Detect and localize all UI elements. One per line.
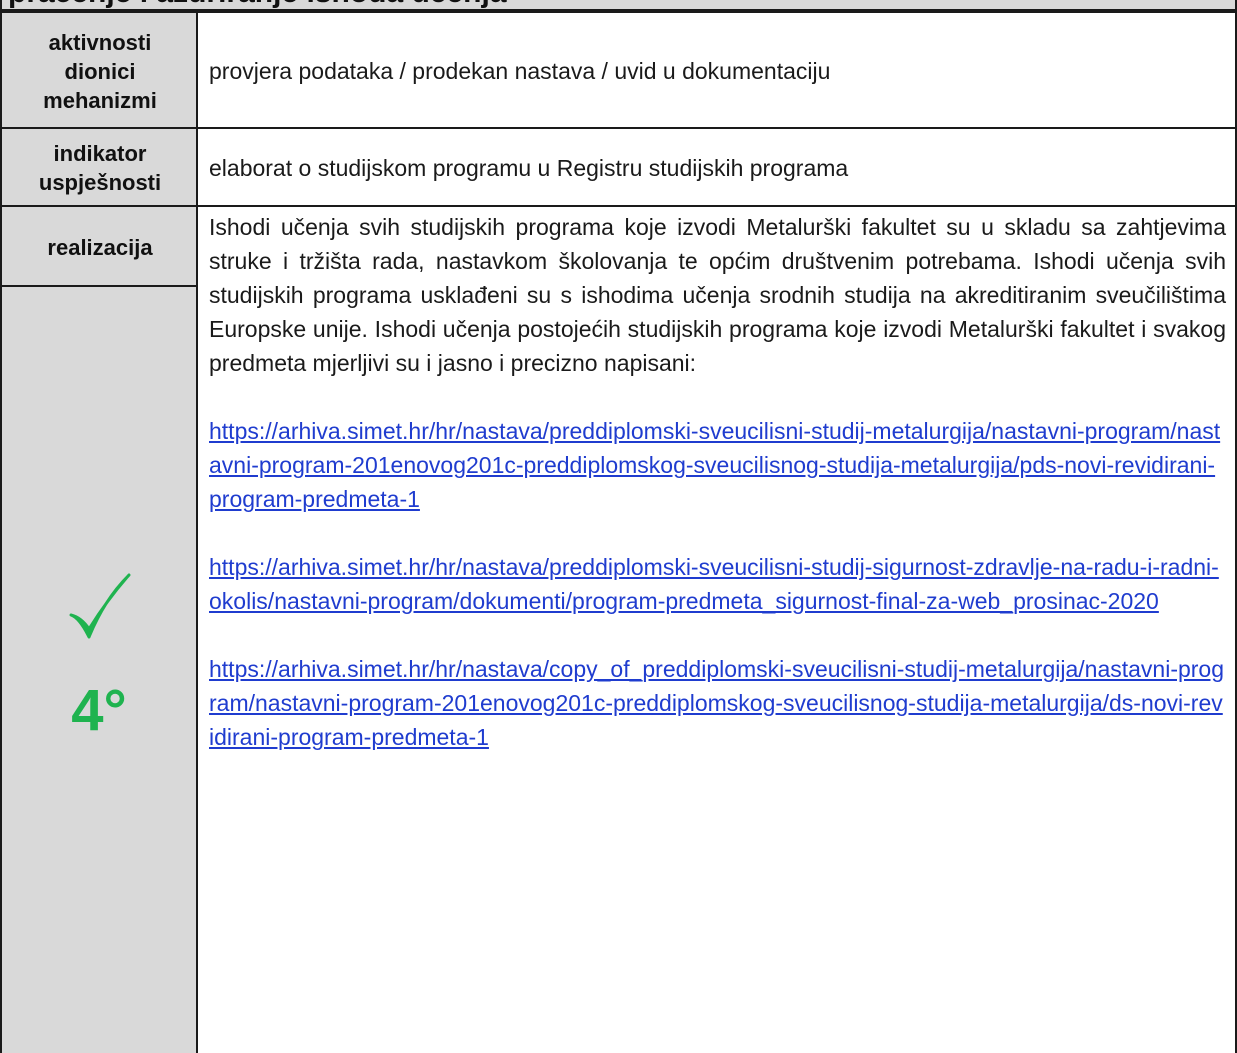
table-banner: praćenje i ažuriranje ishoda učenja [0, 0, 1237, 11]
status-badge: 4° [0, 573, 198, 741]
checkmark-icon [67, 573, 131, 645]
realization-paragraph: Ishodi učenja svih studijskih programa k… [209, 214, 1226, 376]
program-link-metallurgy-grad[interactable]: https://arhiva.simet.hr/hr/nastava/copy_… [209, 652, 1226, 754]
label-activities: aktivnosti [48, 29, 152, 55]
banner-title: praćenje i ažuriranje ishoda učenja [8, 0, 507, 8]
label-realization: realizacija [47, 234, 153, 260]
label-stakeholders: dionici [64, 58, 136, 84]
label-indicator: indikator [53, 141, 147, 166]
label-success: uspješnosti [38, 170, 162, 195]
indicator-value-cell: elaborat o studijskom programu u Registr… [196, 127, 1237, 207]
indicator-value: elaborat o studijskom programu u Registr… [209, 154, 849, 181]
evaluation-table: praćenje i ažuriranje ishoda učenja akti… [0, 0, 1237, 1053]
label-mechanisms: mehanizmi [43, 87, 157, 113]
program-link-metallurgy-undergrad[interactable]: https://arhiva.simet.hr/hr/nastava/predd… [209, 414, 1226, 516]
activities-value: provjera podataka / prodekan nastava / u… [209, 57, 831, 84]
indicator-header-cell: indikator uspješnosti [0, 127, 198, 207]
activities-value-cell: provjera podataka / prodekan nastava / u… [196, 11, 1237, 129]
level-indicator: 4° [71, 678, 127, 743]
realization-header-cell: realizacija [0, 205, 198, 287]
activities-header-cell: aktivnosti dionici mehanizmi [0, 11, 198, 129]
program-link-safety-undergrad[interactable]: https://arhiva.simet.hr/hr/nastava/predd… [209, 550, 1226, 618]
realization-content: Ishodi učenja svih studijskih programa k… [198, 207, 1235, 754]
